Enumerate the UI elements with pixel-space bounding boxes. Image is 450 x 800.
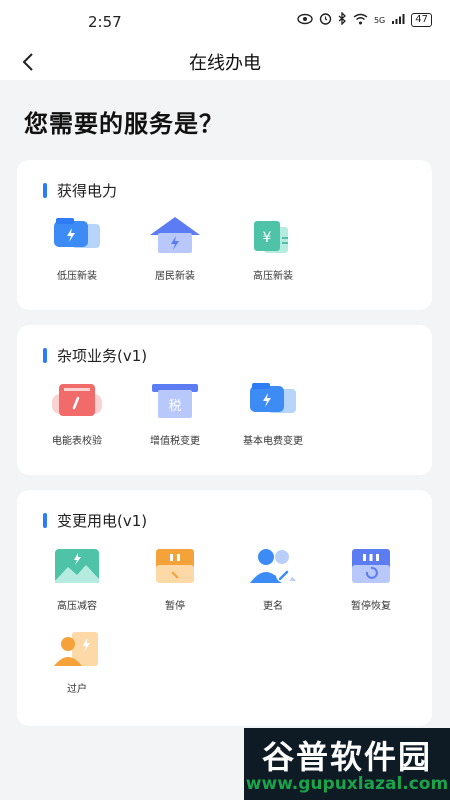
wallet-bolt-icon: [246, 380, 300, 424]
section-card-change: 变更用电(v1) 高压减容 暂停 更名 暂停恢复 过户: [17, 490, 432, 726]
service-item-rename[interactable]: 更名: [223, 545, 323, 612]
watermark-logo: 谷普软件园 www.gupuxlazal.com: [244, 728, 450, 800]
section-title-text: 获得电力: [57, 182, 118, 200]
service-item-label: 居民新装: [155, 271, 195, 282]
page-header-title: 在线办电: [189, 53, 261, 74]
house-bolt-icon: [148, 215, 202, 259]
meter-check-icon: [50, 380, 104, 424]
service-item-label: 高压新装: [253, 271, 293, 282]
service-item-capacity-reduction[interactable]: 高压减容: [27, 545, 127, 612]
mountain-bolt-icon: [50, 545, 104, 589]
service-item-vat-change[interactable]: 税 增值税变更: [125, 380, 225, 447]
wallet-bolt-icon: [50, 215, 104, 259]
svg-text:税: 税: [168, 399, 181, 414]
service-item-label: 增值税变更: [150, 436, 200, 447]
section-title: 变更用电(v1): [43, 510, 147, 531]
transfer-user-icon: [50, 628, 104, 672]
svg-text:¥: ¥: [263, 230, 272, 246]
bluetooth-icon: [338, 11, 347, 28]
eye-icon: [297, 13, 313, 28]
status-icons: 5G 47: [297, 11, 432, 28]
service-item-label: 低压新装: [57, 271, 97, 282]
service-item-label: 暂停: [165, 601, 185, 612]
restore-box-icon: [344, 545, 398, 589]
status-time: 2:57: [88, 13, 122, 31]
section-title: 杂项业务(v1): [43, 345, 147, 366]
service-item-label: 基本电费变更: [243, 436, 303, 447]
section-card-power: 获得电力 低压新装 居民新装 ¥ 高压新装: [17, 160, 432, 310]
section-title-text: 变更用电(v1): [57, 512, 148, 530]
nav-bar: 在线办电: [0, 44, 450, 80]
section-title-marker: [43, 513, 47, 528]
section-title-marker: [43, 348, 47, 363]
service-item-label: 更名: [263, 601, 283, 612]
service-item-pause[interactable]: 暂停: [125, 545, 225, 612]
alarm-icon: [319, 12, 332, 28]
section-title-text: 杂项业务(v1): [57, 347, 148, 365]
service-item-label: 暂停恢复: [351, 601, 391, 612]
signal-icon: [391, 13, 405, 28]
service-item-meter-check[interactable]: 电能表校验: [27, 380, 127, 447]
pause-box-icon: [148, 545, 202, 589]
watermark-title: 谷普软件园: [261, 738, 432, 776]
service-item-transfer[interactable]: 过户: [27, 628, 127, 695]
service-item-label: 电能表校验: [52, 436, 102, 447]
service-item-label: 过户: [67, 684, 87, 695]
service-item-high-voltage-install[interactable]: ¥ 高压新装: [223, 215, 323, 282]
service-item-label: 高压减容: [57, 601, 97, 612]
service-item-pause-restore[interactable]: 暂停恢复: [321, 545, 421, 612]
tax-icon: 税: [148, 380, 202, 424]
users-edit-icon: [246, 545, 300, 589]
section-title-marker: [43, 183, 47, 198]
battery-icon: 47: [411, 13, 432, 27]
ticket-icon: ¥: [246, 215, 300, 259]
wifi-icon: [353, 13, 368, 28]
status-bar: 2:57 5G 47: [0, 0, 450, 44]
page-title: 您需要的服务是？: [24, 110, 224, 138]
network-type: 5G: [373, 15, 386, 25]
watermark-url: www.gupuxlazal.com: [245, 774, 449, 794]
service-item-basic-fee-change[interactable]: 基本电费变更: [223, 380, 323, 447]
section-title: 获得电力: [43, 180, 117, 201]
section-card-misc: 杂项业务(v1) 电能表校验 税 增值税变更 基本电费变更: [17, 325, 432, 475]
service-item-residential-install[interactable]: 居民新装: [125, 215, 225, 282]
service-item-low-voltage-install[interactable]: 低压新装: [27, 215, 127, 282]
